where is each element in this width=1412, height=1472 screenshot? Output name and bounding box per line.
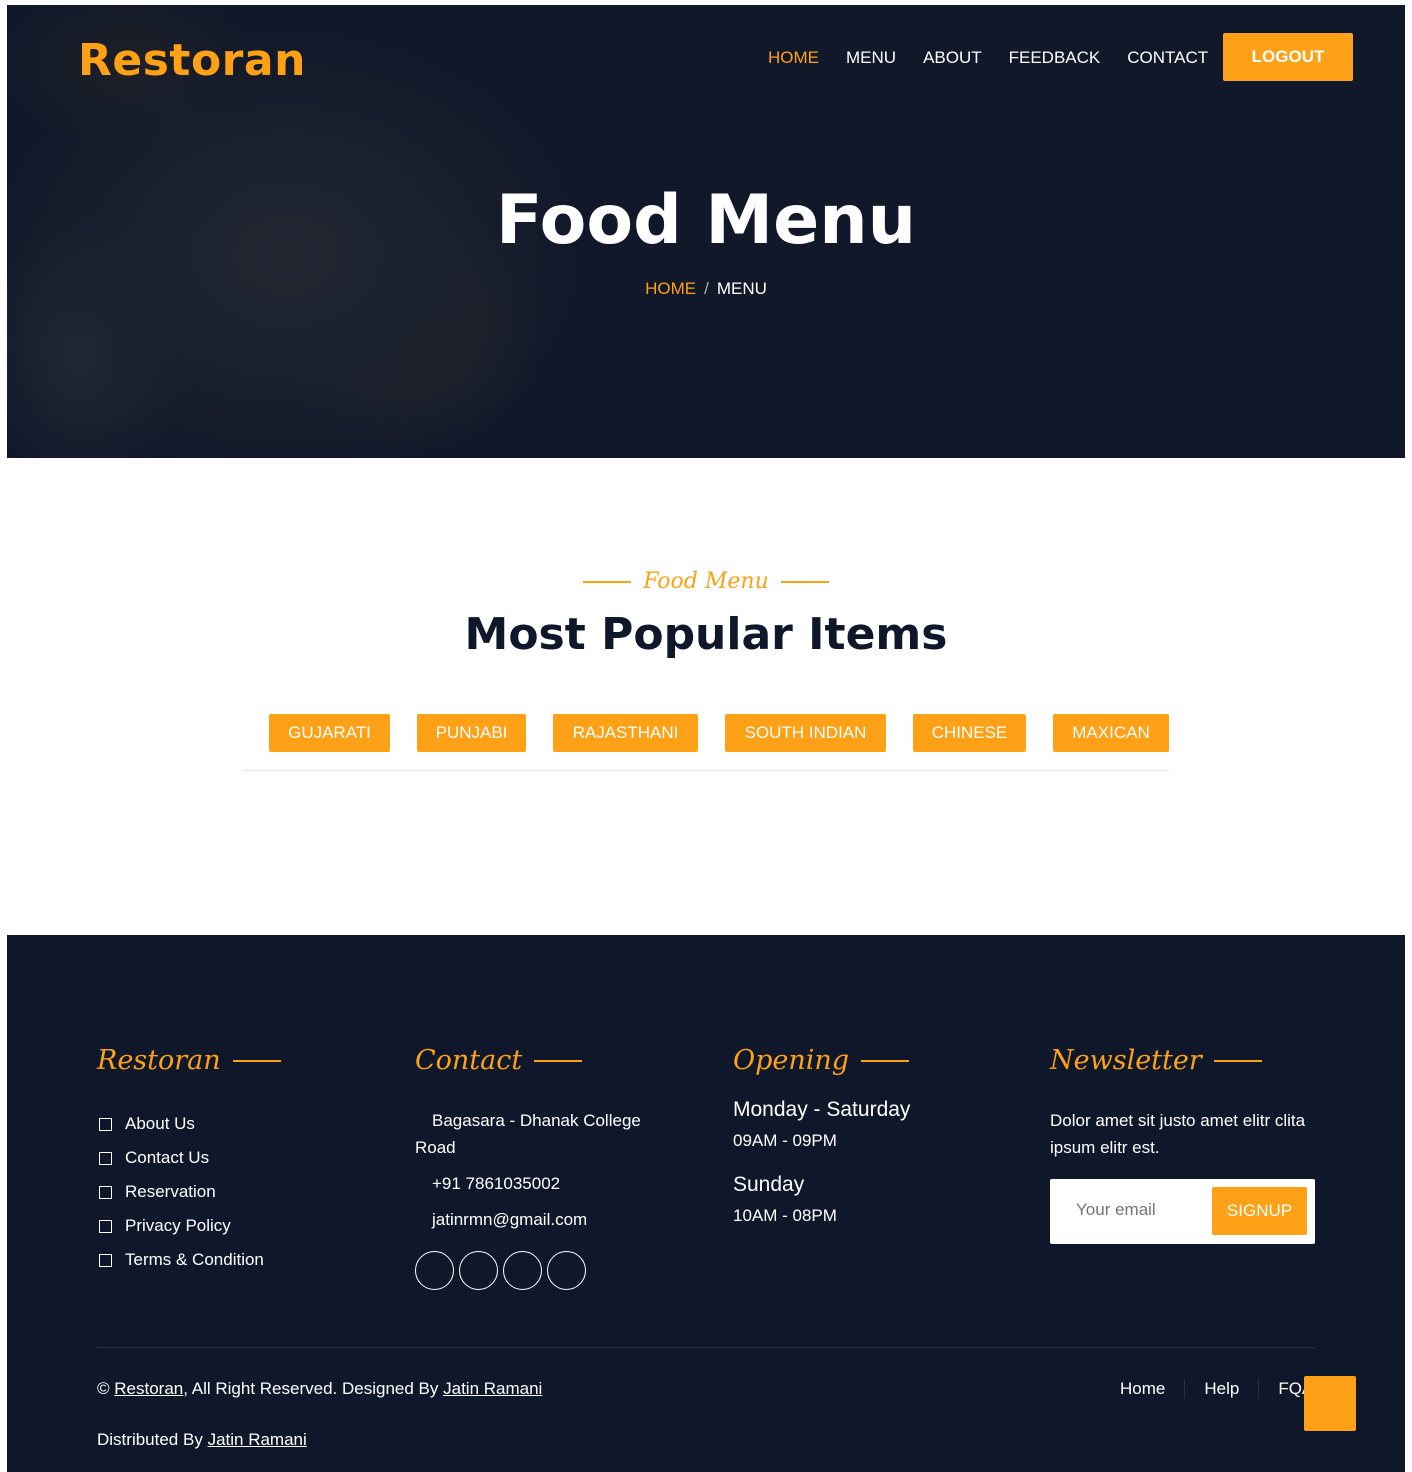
footer-col-opening: Opening Monday - Saturday 09AM - 09PM Su… — [733, 1045, 910, 1248]
footer-menu-help[interactable]: Help — [1184, 1379, 1258, 1399]
footer: Restoran About Us Contact Us Reservation… — [7, 935, 1405, 1472]
nav-menu[interactable]: MENU — [846, 48, 896, 68]
footer-link-privacy[interactable]: Privacy Policy — [97, 1209, 264, 1243]
footer-heading-text: Restoran — [97, 1045, 221, 1076]
footer-heading-newsletter: Newsletter — [1050, 1045, 1262, 1076]
footer-link-contact[interactable]: Contact Us — [97, 1141, 264, 1175]
category-tabs: GUJARATI PUNJABI RAJASTHANI SOUTH INDIAN… — [269, 714, 1169, 752]
footer-heading-text: Newsletter — [1050, 1045, 1202, 1076]
footer-divider — [97, 1347, 1315, 1348]
tabs-divider — [242, 770, 1169, 771]
signup-button[interactable]: SIGNUP — [1212, 1187, 1307, 1235]
nav-feedback[interactable]: FEEDBACK — [1009, 48, 1101, 68]
sunday-hours: 10AM - 08PM — [733, 1206, 837, 1225]
email-input[interactable] — [1076, 1200, 1216, 1220]
newsletter-text: Dolor amet sit justo amet elitr clita ip… — [1050, 1111, 1306, 1157]
divider-line — [583, 580, 632, 583]
contact-info: Bagasara - Dhanak College Road +91 786103… — [415, 1107, 675, 1242]
divider-line — [780, 580, 829, 583]
section-title: Most Popular Items — [464, 609, 948, 660]
page-title: Food Menu — [495, 181, 917, 260]
distributor-link[interactable]: Jatin Ramani — [208, 1430, 307, 1449]
hero-section: Restoran HOME MENU ABOUT FEEDBACK CONTAC… — [7, 5, 1405, 458]
footer-link-label: Reservation — [125, 1182, 216, 1201]
breadcrumb-separator: / — [704, 279, 709, 298]
section-subtitle: Food Menu — [7, 569, 1405, 594]
back-to-top-button[interactable] — [1304, 1376, 1356, 1431]
heading-line — [1213, 1059, 1262, 1062]
logout-button[interactable]: LOGOUT — [1223, 33, 1353, 81]
distributed-text: Distributed By — [97, 1430, 203, 1449]
square-icon — [99, 1219, 112, 1233]
breadcrumb: HOME / MENU — [7, 279, 1405, 299]
tab-south-indian[interactable]: SOUTH INDIAN — [725, 714, 886, 752]
square-icon — [99, 1185, 112, 1199]
tab-rajasthani[interactable]: RAJASTHANI — [553, 714, 698, 752]
footer-links: About Us Contact Us Reservation Privacy … — [97, 1107, 264, 1277]
address-line-2: Road — [415, 1138, 456, 1157]
social-twitter-icon[interactable] — [415, 1251, 454, 1290]
nav-home[interactable]: HOME — [768, 48, 819, 68]
tab-gujarati[interactable]: GUJARATI — [269, 714, 390, 752]
footer-heading-brand: Restoran — [97, 1045, 281, 1076]
footer-heading-opening: Opening — [733, 1045, 910, 1076]
section-subtitle-text: Food Menu — [643, 569, 769, 594]
breadcrumb-home[interactable]: HOME — [645, 279, 696, 298]
footer-link-label: Privacy Policy — [125, 1216, 231, 1235]
square-icon — [99, 1253, 112, 1267]
opening-hours: Monday - Saturday 09AM - 09PM Sunday 10A… — [733, 1098, 910, 1226]
brand-logo[interactable]: Restoran — [78, 35, 306, 86]
breadcrumb-current: MENU — [716, 279, 767, 298]
designer-link[interactable]: Jatin Ramani — [443, 1379, 542, 1398]
footer-menu: Home Help FQA — [1120, 1379, 1332, 1399]
copyright: © Restoran, All Right Reserved. Designed… — [97, 1379, 542, 1399]
nav-about[interactable]: ABOUT — [923, 48, 982, 68]
newsletter-form: SIGNUP — [1050, 1179, 1315, 1244]
footer-col-newsletter: Newsletter — [1050, 1045, 1262, 1076]
copyright-symbol: © — [97, 1379, 110, 1398]
square-icon — [99, 1151, 112, 1165]
copyright-text: , All Right Reserved. Designed By — [183, 1379, 439, 1398]
social-facebook-icon[interactable] — [459, 1251, 498, 1290]
footer-link-label: Contact Us — [125, 1148, 210, 1167]
address-line-1: Bagasara - Dhanak College — [432, 1111, 641, 1130]
weekday-label: Monday - Saturday — [733, 1098, 911, 1121]
social-youtube-icon[interactable] — [503, 1251, 542, 1290]
footer-col-contact: Contact — [415, 1045, 583, 1076]
contact-email: jatinrmn@gmail.com — [432, 1210, 588, 1229]
tab-chinese[interactable]: CHINESE — [913, 714, 1026, 752]
sunday-label: Sunday — [733, 1173, 805, 1196]
footer-menu-home[interactable]: Home — [1120, 1379, 1184, 1399]
social-links — [415, 1251, 586, 1290]
footer-heading-text: Opening — [733, 1045, 850, 1076]
distributed-by: Distributed By Jatin Ramani — [97, 1430, 307, 1450]
tab-punjabi[interactable]: PUNJABI — [417, 714, 526, 752]
heading-line — [232, 1059, 281, 1062]
square-icon — [99, 1117, 112, 1131]
heading-line — [861, 1059, 910, 1062]
main-nav: HOME MENU ABOUT FEEDBACK CONTACT — [768, 48, 1235, 68]
footer-link-label: Terms & Condition — [125, 1250, 264, 1269]
footer-heading-text: Contact — [415, 1045, 523, 1076]
footer-link-label: About Us — [125, 1114, 195, 1133]
contact-address: Bagasara - Dhanak College Road — [415, 1107, 675, 1161]
tab-maxican[interactable]: MAXICAN — [1053, 714, 1169, 752]
footer-link-about[interactable]: About Us — [97, 1107, 264, 1141]
footer-link-reservation[interactable]: Reservation — [97, 1175, 264, 1209]
footer-col-brand: Restoran — [97, 1045, 281, 1076]
page: Restoran HOME MENU ABOUT FEEDBACK CONTAC… — [7, 5, 1405, 1472]
copyright-brand-link[interactable]: Restoran — [114, 1379, 183, 1398]
weekday-hours: 09AM - 09PM — [733, 1131, 837, 1150]
contact-phone: +91 7861035002 — [432, 1174, 561, 1193]
footer-heading-contact: Contact — [415, 1045, 583, 1076]
footer-link-terms[interactable]: Terms & Condition — [97, 1243, 264, 1277]
nav-contact[interactable]: CONTACT — [1127, 48, 1208, 68]
social-linkedin-icon[interactable] — [547, 1251, 586, 1290]
heading-line — [534, 1059, 583, 1062]
